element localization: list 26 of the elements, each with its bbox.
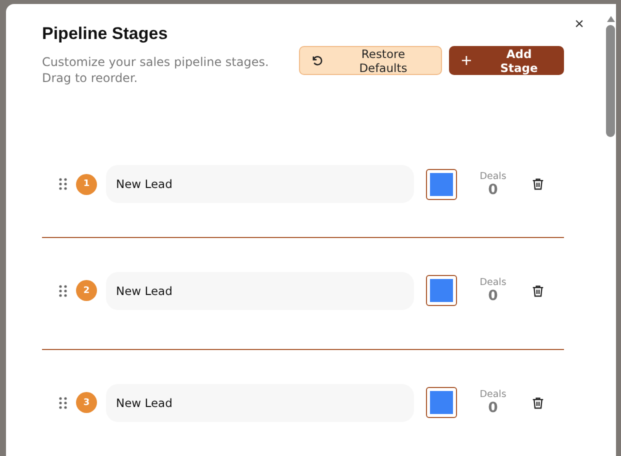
plus-icon	[461, 55, 472, 66]
restore-icon	[311, 54, 324, 67]
drag-handle-icon[interactable]	[59, 284, 67, 296]
drag-handle-icon[interactable]	[59, 178, 67, 190]
add-stage-button[interactable]: Add Stage	[449, 46, 564, 75]
dialog-title: Pipeline Stages	[42, 24, 169, 44]
deals-label: Deals	[480, 170, 506, 182]
stage-name-field[interactable]: New Lead	[106, 272, 414, 310]
stage-name-field[interactable]: New Lead	[106, 165, 414, 203]
trash-icon[interactable]	[532, 396, 544, 408]
restore-defaults-button[interactable]: Restore Defaults	[299, 46, 442, 75]
stage-name-field[interactable]: New Lead	[106, 384, 414, 422]
trash-icon[interactable]	[532, 284, 544, 296]
trash-icon[interactable]	[532, 178, 544, 190]
deals-label: Deals	[480, 277, 506, 288]
scrollbar-thumb[interactable]	[606, 25, 615, 137]
deals-count: 0	[488, 400, 498, 416]
deals-label: Deals	[480, 389, 506, 400]
close-button[interactable]: ×	[572, 16, 586, 34]
deals-count: 0	[488, 182, 498, 198]
stage-number: 3	[76, 392, 97, 413]
stage-number: 2	[76, 280, 97, 301]
stage-number: 1	[76, 174, 97, 194]
deals-count: 0	[488, 288, 498, 304]
drag-handle-icon[interactable]	[59, 396, 67, 408]
dialog-description: Customize your sales pipeline stages. Drag to reorder.	[42, 54, 270, 86]
